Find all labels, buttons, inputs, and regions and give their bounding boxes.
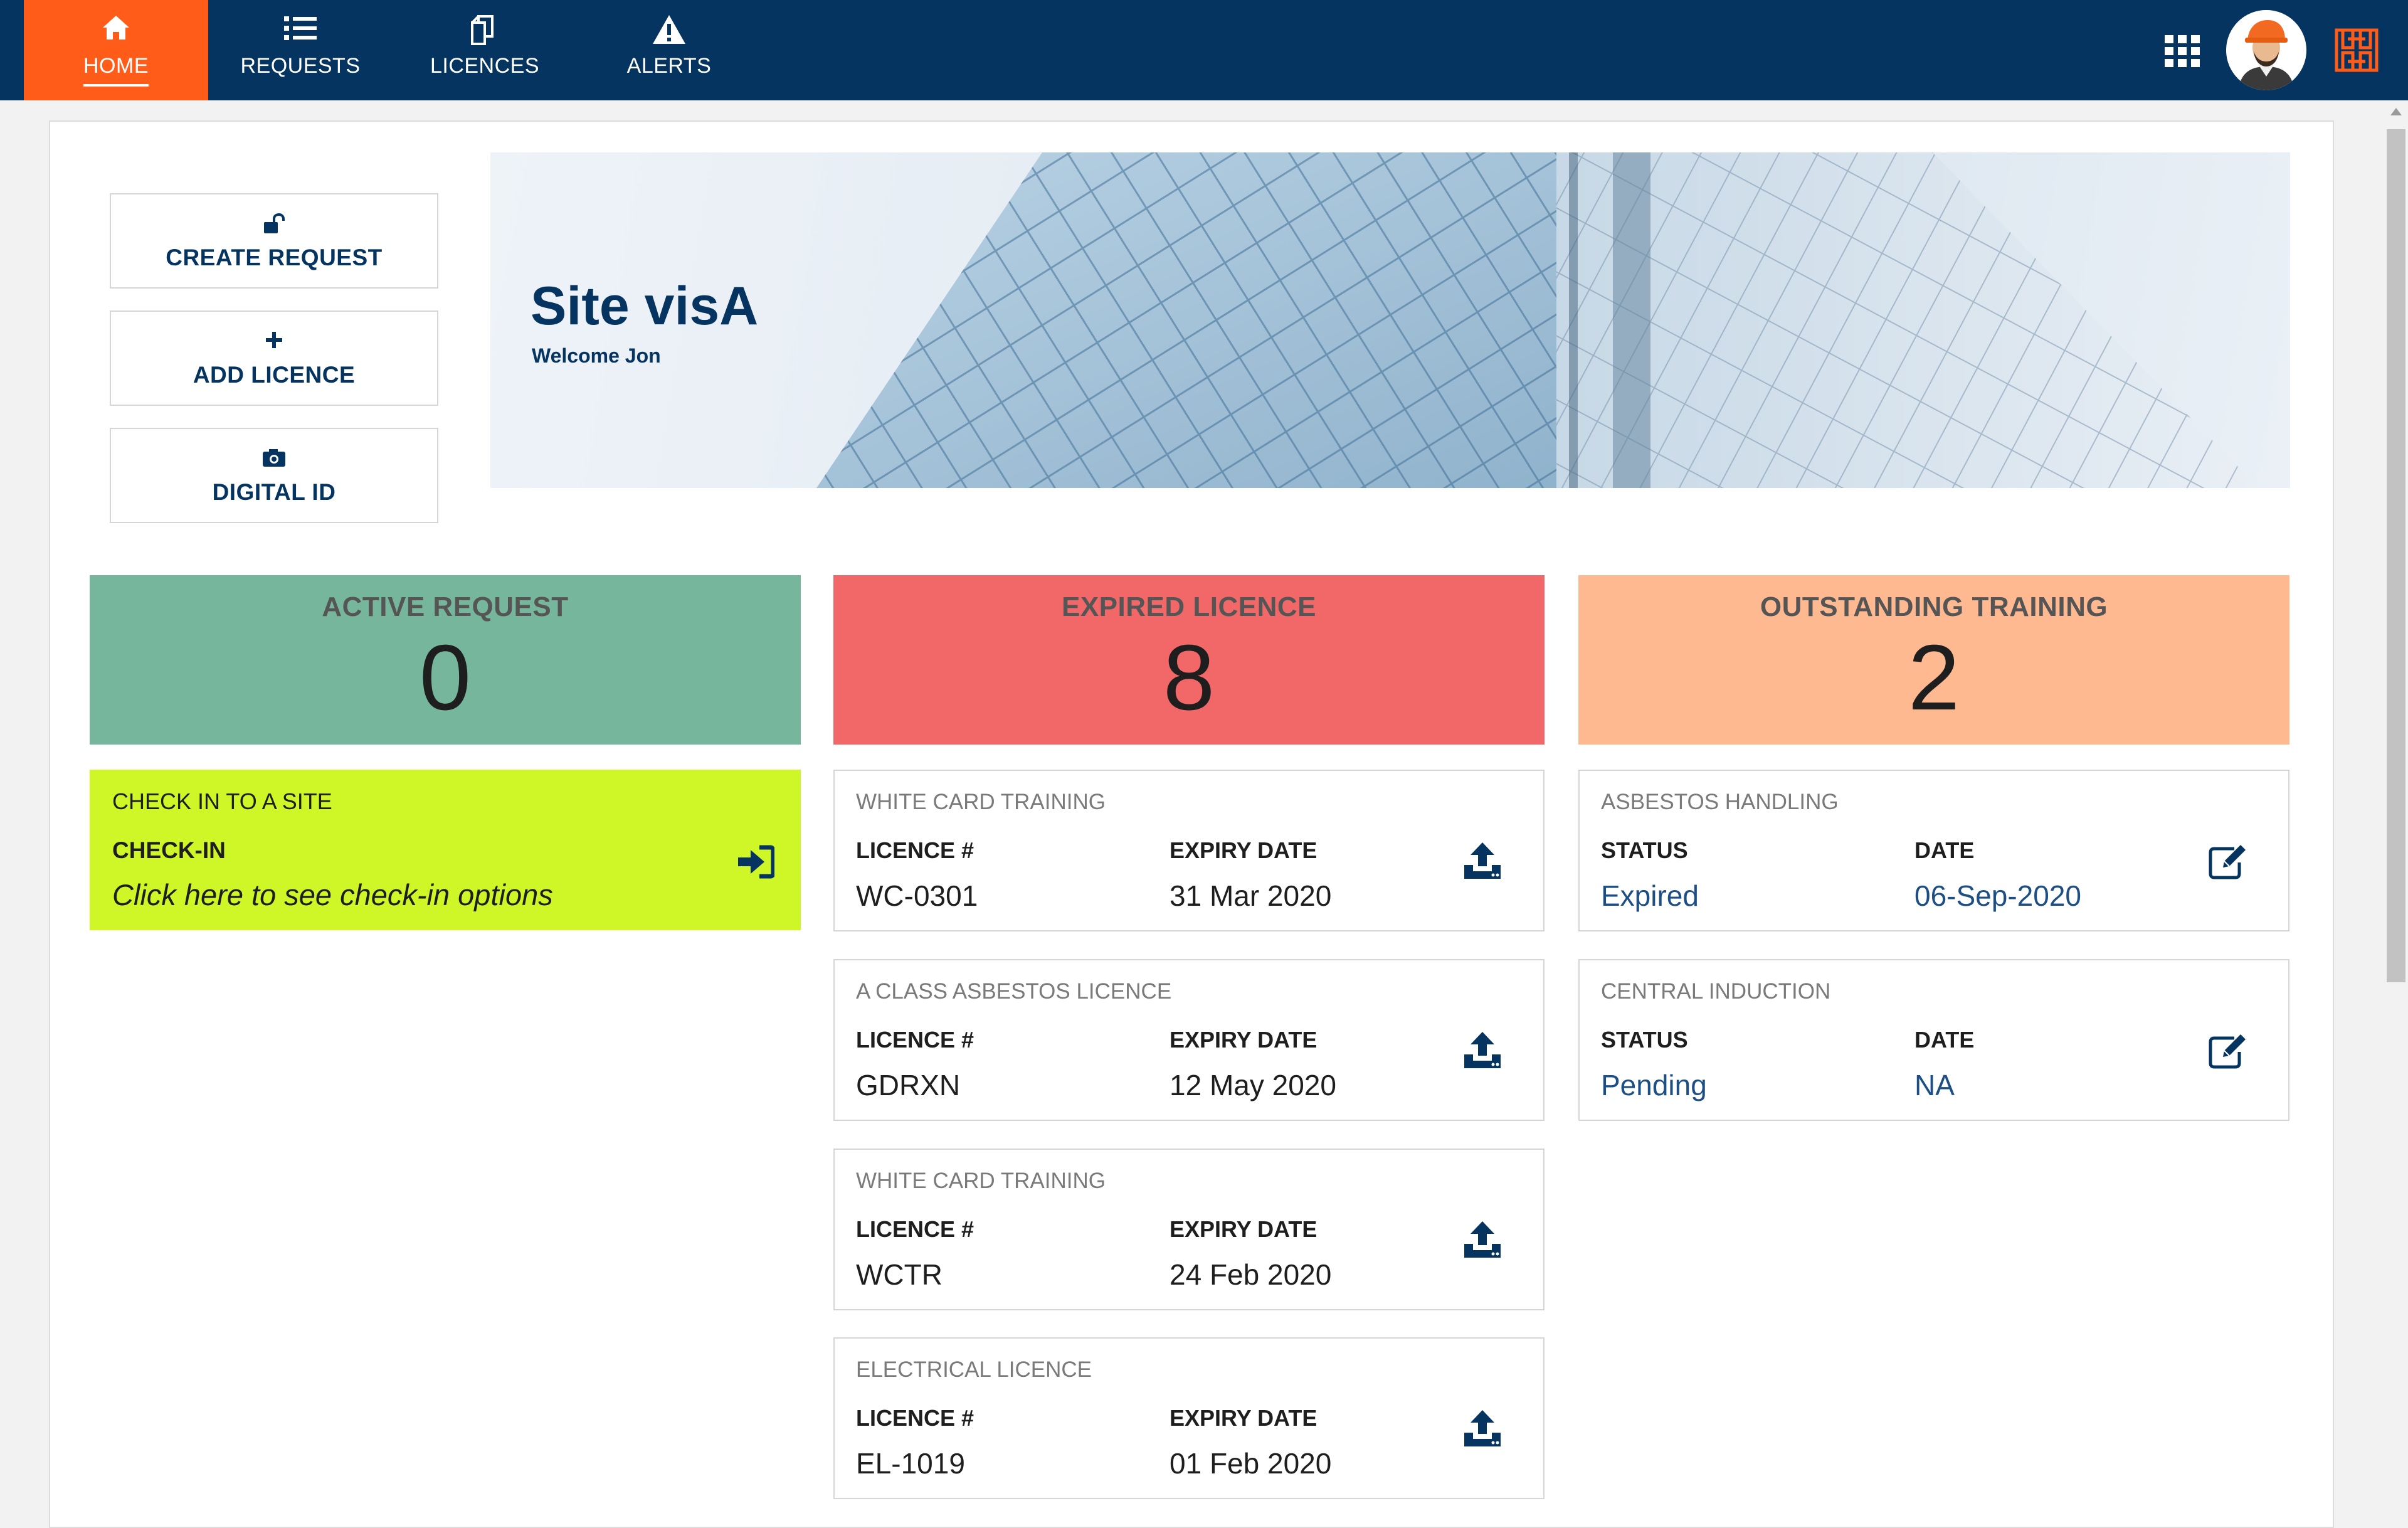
outstanding-training-tile[interactable]: OUTSTANDING TRAINING 2 (1578, 575, 2289, 745)
expiry-date: 24 Feb 2020 (1170, 1258, 1332, 1291)
licence-number-header: LICENCE # (856, 1405, 974, 1431)
date-header: DATE (1914, 1027, 1975, 1053)
licence-number: WCTR (856, 1258, 943, 1291)
nav-alerts[interactable]: ALERTS (577, 0, 761, 100)
expiry-date-header: EXPIRY DATE (1170, 1405, 1318, 1431)
expired-licence-tile[interactable]: EXPIRED LICENCE 8 (833, 575, 1545, 745)
expiry-date-header: EXPIRY DATE (1170, 1027, 1318, 1053)
training-card: CENTRAL INDUCTION STATUS DATE Pending NA (1578, 959, 2289, 1121)
licence-number: WC-0301 (856, 879, 978, 912)
digital-id-button[interactable]: DIGITAL ID (110, 428, 438, 523)
training-title: ASBESTOS HANDLING (1601, 790, 1839, 814)
tile-label: OUTSTANDING TRAINING (1760, 592, 2108, 622)
scrollbar-thumb[interactable] (2387, 129, 2405, 982)
plus-icon (111, 331, 437, 353)
digital-id-label: DIGITAL ID (212, 479, 336, 505)
nav-licences[interactable]: LICENCES (393, 0, 577, 100)
licence-number: EL-1019 (856, 1447, 965, 1480)
sign-in-icon[interactable] (737, 845, 776, 879)
licence-number-header: LICENCE # (856, 837, 974, 863)
date-header: DATE (1914, 837, 1975, 863)
scroll-up-icon[interactable] (2390, 108, 2402, 115)
building-image (816, 152, 2259, 488)
add-licence-button[interactable]: ADD LICENCE (110, 310, 438, 406)
licence-title: A CLASS ASBESTOS LICENCE (856, 979, 1172, 1004)
home-icon (24, 14, 208, 49)
status-header: STATUS (1601, 1027, 1688, 1053)
welcome-message: Welcome Jon (532, 344, 661, 367)
nav-requests-label: REQUESTS (240, 54, 361, 78)
expiry-date-header: EXPIRY DATE (1170, 837, 1318, 863)
upload-icon[interactable] (1462, 1029, 1503, 1071)
expiry-date: 12 May 2020 (1170, 1069, 1336, 1101)
training-status: Pending (1601, 1069, 1707, 1101)
create-request-label: CREATE REQUEST (166, 245, 383, 270)
tile-label: EXPIRED LICENCE (1061, 592, 1316, 622)
id-camera-icon (111, 448, 437, 470)
licences-icon (393, 14, 577, 49)
add-licence-label: ADD LICENCE (193, 362, 356, 388)
licence-card: ELECTRICAL LICENCE LICENCE # EXPIRY DATE… (833, 1337, 1545, 1499)
nav-requests[interactable]: REQUESTS (208, 0, 393, 100)
training-status: Expired (1601, 879, 1699, 912)
licence-title: WHITE CARD TRAINING (856, 1169, 1106, 1193)
tile-label: ACTIVE REQUEST (322, 592, 569, 622)
licence-title: ELECTRICAL LICENCE (856, 1357, 1092, 1382)
check-in-heading: CHECK-IN (112, 837, 226, 863)
training-card: ASBESTOS HANDLING STATUS DATE Expired 06… (1578, 770, 2289, 931)
training-title: CENTRAL INDUCTION (1601, 979, 1831, 1004)
licence-title: WHITE CARD TRAINING (856, 790, 1106, 814)
banner-title: Site visA (531, 276, 759, 336)
licence-number: GDRXN (856, 1069, 961, 1101)
nav-alerts-label: ALERTS (626, 54, 712, 78)
welcome-banner: Site visA Welcome Jon (490, 152, 2290, 488)
edit-icon[interactable] (2207, 840, 2248, 881)
licence-number-header: LICENCE # (856, 1027, 974, 1053)
tile-count: 8 (1163, 626, 1215, 730)
expiry-date: 01 Feb 2020 (1170, 1447, 1332, 1480)
nav-home-label: HOME (24, 54, 208, 78)
licence-card: WHITE CARD TRAINING LICENCE # EXPIRY DAT… (833, 1149, 1545, 1310)
edit-icon[interactable] (2207, 1029, 2248, 1071)
active-request-tile[interactable]: ACTIVE REQUEST 0 (90, 575, 801, 745)
licence-card: WHITE CARD TRAINING LICENCE # EXPIRY DAT… (833, 770, 1545, 931)
create-request-button[interactable]: CREATE REQUEST (110, 193, 438, 289)
expiry-date-header: EXPIRY DATE (1170, 1216, 1318, 1242)
nav-home[interactable]: HOME (24, 0, 208, 100)
licence-number-header: LICENCE # (856, 1216, 974, 1242)
training-date: 06-Sep-2020 (1914, 879, 2081, 912)
upload-icon[interactable] (1462, 1219, 1503, 1260)
check-in-title: CHECK IN TO A SITE (112, 788, 332, 814)
training-date: NA (1914, 1069, 1955, 1101)
upload-icon[interactable] (1462, 840, 1503, 881)
brand-logo[interactable] (2334, 28, 2379, 73)
nav-licences-label: LICENCES (430, 54, 540, 78)
list-icon (208, 14, 393, 49)
apps-grid-icon[interactable] (2163, 34, 2201, 69)
top-navbar: HOME REQUESTS LICENCES ALERTS (0, 0, 2408, 100)
check-in-card[interactable]: CHECK IN TO A SITE CHECK-IN Click here t… (90, 770, 801, 930)
check-in-options-link[interactable]: Click here to see check-in options (112, 878, 553, 912)
expiry-date: 31 Mar 2020 (1170, 879, 1332, 912)
user-avatar[interactable] (2226, 10, 2306, 90)
warning-icon (577, 14, 761, 49)
tile-count: 2 (1908, 626, 1960, 730)
status-header: STATUS (1601, 837, 1688, 863)
tile-count: 0 (419, 626, 472, 730)
licence-card: A CLASS ASBESTOS LICENCE LICENCE # EXPIR… (833, 959, 1545, 1121)
upload-icon[interactable] (1462, 1408, 1503, 1449)
unlock-icon (111, 213, 437, 236)
